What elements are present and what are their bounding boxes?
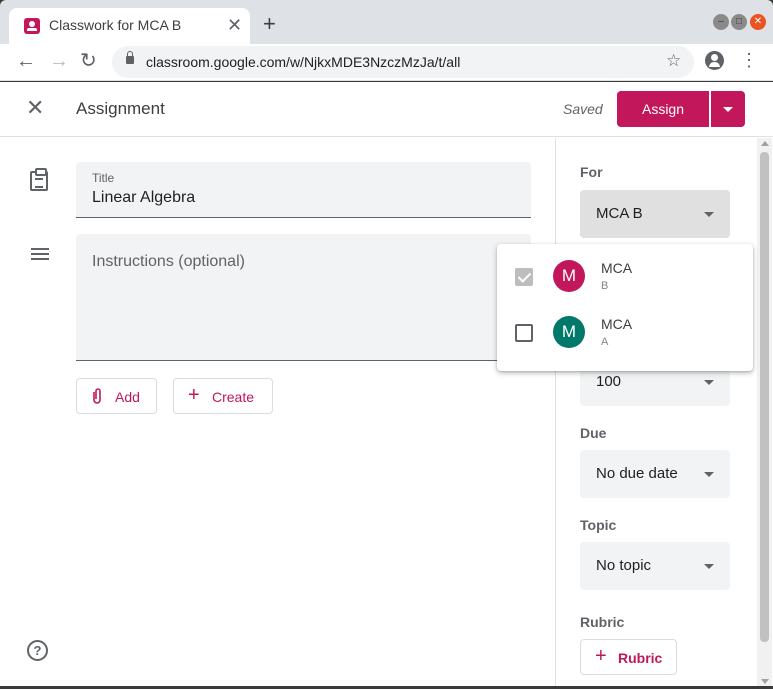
url-text[interactable]: classroom.google.com/w/NjkxMDE3NzczMzJa/… xyxy=(146,54,460,70)
plus-icon: + xyxy=(595,645,607,667)
topic-label: Topic xyxy=(580,517,617,533)
instructions-placeholder[interactable]: Instructions (optional) xyxy=(92,253,245,271)
rubric-label: Rubric xyxy=(580,614,625,630)
back-arrow-icon[interactable]: ← xyxy=(16,51,36,71)
chevron-down-icon xyxy=(704,564,714,569)
assign-dropdown-icon[interactable] xyxy=(711,91,745,127)
paperclip-icon xyxy=(91,387,103,409)
browser-tab[interactable]: Classwork for MCA B ✕ xyxy=(9,8,250,44)
instructions-field[interactable]: Instructions (optional) xyxy=(76,234,531,361)
avatar: M xyxy=(553,316,585,348)
class-name: MCA xyxy=(601,316,633,332)
browser-titlebar: Classwork for MCA B ✕ + – □ ✕ xyxy=(0,0,773,44)
class-option-mca-a[interactable]: M MCA A xyxy=(497,306,753,362)
create-label: Create xyxy=(212,389,255,405)
assignment-header: ✕ Assignment Saved Assign xyxy=(0,82,773,137)
classroom-app: ✕ Assignment Saved Assign Title Linear A… xyxy=(0,82,773,689)
assign-button[interactable]: Assign xyxy=(617,91,709,127)
window-minimize-button[interactable]: – xyxy=(713,14,729,30)
topic-value: No topic xyxy=(596,557,652,574)
points-value: 100 xyxy=(596,373,622,390)
address-bar[interactable]: classroom.google.com/w/NjkxMDE3NzczMzJa/… xyxy=(112,46,694,78)
help-icon[interactable]: ? xyxy=(27,640,48,661)
checkbox-unchecked[interactable] xyxy=(515,324,533,342)
reload-icon[interactable]: ↻ xyxy=(80,51,97,71)
title-field[interactable]: Title Linear Algebra xyxy=(76,162,531,218)
due-select[interactable]: No due date xyxy=(580,450,730,498)
add-button[interactable]: Add xyxy=(76,378,157,414)
plus-icon: + xyxy=(188,384,200,406)
new-tab-button[interactable]: + xyxy=(263,13,276,35)
topic-select[interactable]: No topic xyxy=(580,542,730,590)
window-maximize-button[interactable]: □ xyxy=(731,14,747,30)
class-select-value: MCA B xyxy=(596,205,643,222)
class-section: B xyxy=(601,280,609,292)
browser-menu-icon[interactable]: ⋮ xyxy=(740,50,758,70)
close-assignment-icon[interactable]: ✕ xyxy=(26,96,44,120)
add-rubric-button[interactable]: + Rubric xyxy=(580,639,677,675)
maximize-icon: □ xyxy=(735,16,743,27)
description-lines-icon xyxy=(31,248,49,260)
classroom-favicon-icon xyxy=(24,18,40,34)
browser-toolbar: ← → ↻ classroom.google.com/w/NjkxMDE3Nzc… xyxy=(0,44,773,81)
class-option-mca-b[interactable]: M MCA B xyxy=(497,250,753,306)
avatar: M xyxy=(553,260,585,292)
page-title: Assignment xyxy=(76,99,165,118)
checkbox-checked[interactable] xyxy=(515,268,533,286)
scroll-down-icon[interactable] xyxy=(761,679,769,684)
close-icon: ✕ xyxy=(753,16,763,27)
class-section: A xyxy=(601,336,609,348)
chevron-down-icon xyxy=(704,472,714,477)
minimize-icon: – xyxy=(718,16,724,27)
title-label: Title xyxy=(92,171,115,185)
tab-close-icon[interactable]: ✕ xyxy=(227,16,242,34)
due-label: Due xyxy=(580,425,607,441)
rubric-button-label: Rubric xyxy=(618,650,663,666)
saved-status: Saved xyxy=(563,101,603,117)
class-dropdown-menu: M MCA B M MCA A xyxy=(497,244,753,371)
tab-title: Classwork for MCA B xyxy=(49,17,182,33)
bookmark-star-icon[interactable]: ☆ xyxy=(666,51,681,71)
create-button[interactable]: + Create xyxy=(173,378,273,414)
forward-arrow-icon[interactable]: → xyxy=(49,51,69,71)
lock-icon xyxy=(126,51,134,64)
add-label: Add xyxy=(115,389,140,405)
class-name: MCA xyxy=(601,260,633,276)
due-value: No due date xyxy=(596,465,678,482)
assignment-settings-panel: For MCA B 100 Due No due date Topic No t… xyxy=(555,138,773,689)
scroll-thumb[interactable] xyxy=(760,152,769,642)
for-label: For xyxy=(580,164,603,180)
scroll-up-icon[interactable] xyxy=(761,141,769,146)
chevron-down-icon xyxy=(704,380,714,385)
profile-avatar-icon[interactable] xyxy=(705,51,724,70)
clipboard-icon xyxy=(30,168,48,191)
chevron-down-icon xyxy=(704,212,714,217)
panel-scrollbar[interactable] xyxy=(757,138,772,689)
window-close-button[interactable]: ✕ xyxy=(750,14,766,30)
class-select[interactable]: MCA B xyxy=(580,190,730,238)
title-input[interactable]: Linear Algebra xyxy=(92,189,195,207)
